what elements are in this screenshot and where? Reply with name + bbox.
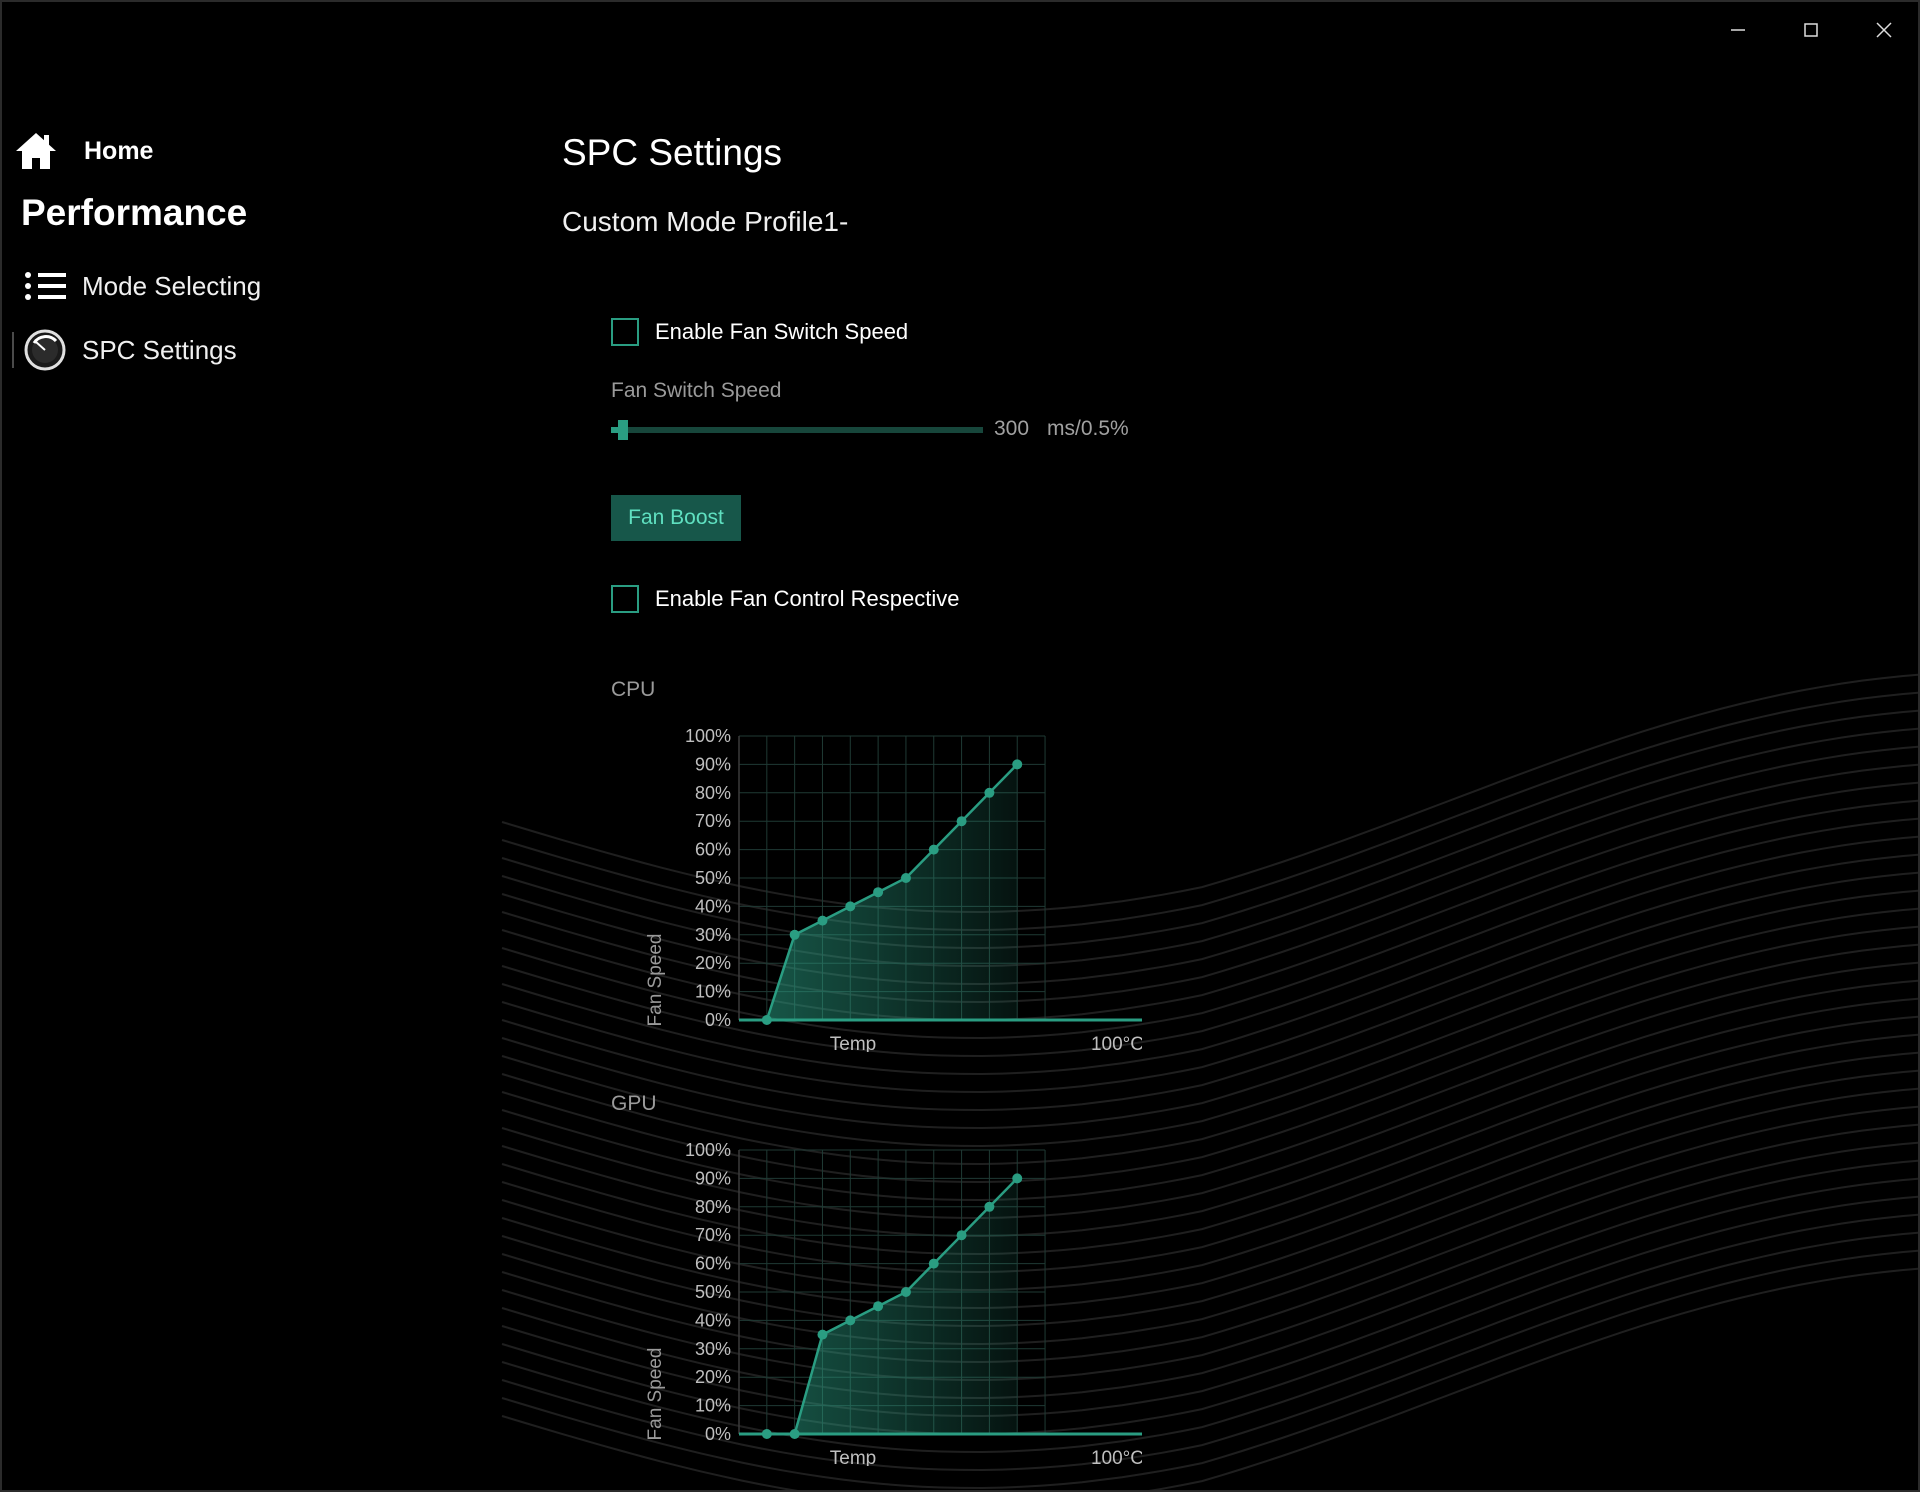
gauge-icon xyxy=(24,329,66,371)
enable-fan-control-respective-row[interactable]: Enable Fan Control Respective xyxy=(611,582,960,616)
x-axis-label: Temp xyxy=(830,1034,876,1052)
x-axis-end-label: 100°C xyxy=(1091,1448,1142,1466)
gpu-fan-curve-svg[interactable]: 0% 10% 20% 30% 40% 50% 60% 70% 80% 90% 100% Temp 100… xyxy=(622,1136,1169,1469)
close-icon xyxy=(1876,22,1892,38)
enable-fan-control-respective-checkbox[interactable] xyxy=(611,585,639,613)
enable-fan-switch-speed-checkbox[interactable] xyxy=(611,318,639,346)
fan-curve-point[interactable] xyxy=(984,1201,995,1212)
sidebar-item-label: Mode Selecting xyxy=(82,270,262,301)
y-tick-label: 60% xyxy=(695,840,731,860)
fan-curve-point[interactable] xyxy=(817,1329,828,1340)
cpu-chart-label: CPU xyxy=(611,678,656,701)
y-tick-label: 0% xyxy=(705,1424,731,1444)
gpu-chart-label: GPU xyxy=(611,1092,657,1115)
y-tick-label: 20% xyxy=(695,953,731,973)
page-title: SPC Settings xyxy=(562,132,783,173)
y-tick-label: 40% xyxy=(695,1310,731,1330)
list-icon xyxy=(25,272,66,300)
fan-curve-point[interactable] xyxy=(928,844,939,855)
cpu-fan-curve-chart[interactable]: 0% 10% 20% 30% 40% 50% 60% 70% 80% 90% 100% Temp 100… xyxy=(622,722,1169,1055)
enable-fan-control-respective-label: Enable Fan Control Respective xyxy=(655,586,960,611)
fan-switch-speed-value: 300 xyxy=(994,417,1030,440)
y-tick-label: 50% xyxy=(695,1282,731,1302)
fan-curve-point[interactable] xyxy=(1012,759,1023,770)
y-tick-label: 100% xyxy=(685,1140,731,1160)
y-tick-label: 0% xyxy=(705,1010,731,1030)
nav-home[interactable]: Home xyxy=(14,128,153,174)
y-tick-label: 60% xyxy=(695,1254,731,1274)
sidebar-item-label: SPC Settings xyxy=(82,334,237,365)
sidebar-item-spc-settings[interactable]: SPC Settings xyxy=(24,326,237,374)
fan-curve-point[interactable] xyxy=(873,1301,884,1312)
fan-curve-point[interactable] xyxy=(900,873,911,883)
slider-track xyxy=(611,427,983,433)
main-content: SPC Settings Custom Mode Profile1- Enabl… xyxy=(562,2,1862,1490)
fan-curve-point[interactable] xyxy=(956,1230,967,1241)
y-tick-label: 10% xyxy=(695,982,731,1002)
fan-curve-point[interactable] xyxy=(928,1258,939,1269)
fan-boost-button[interactable]: Fan Boost xyxy=(611,495,741,541)
gpu-fan-curve-chart[interactable]: 0% 10% 20% 30% 40% 50% 60% 70% 80% 90% 100% Temp 100… xyxy=(622,1136,1169,1469)
fan-switch-speed-label: Fan Switch Speed xyxy=(611,379,782,402)
home-icon xyxy=(16,133,56,169)
fan-switch-speed-unit: ms/0.5% xyxy=(1047,417,1129,440)
cpu-fan-curve-svg[interactable]: 0% 10% 20% 30% 40% 50% 60% 70% 80% 90% 100% Temp 100… xyxy=(622,722,1169,1055)
fan-curve-point[interactable] xyxy=(873,887,884,898)
y-tick-label: 70% xyxy=(695,1225,731,1245)
nav-home-label: Home xyxy=(84,136,154,165)
sidebar: Home Performance Mode Selecting SPC Sett… xyxy=(2,2,522,1490)
fan-curve-point[interactable] xyxy=(789,929,800,940)
y-axis-label: Fan Speed xyxy=(645,1348,666,1441)
y-tick-label: 30% xyxy=(695,925,731,945)
enable-fan-switch-speed-label: Enable Fan Switch Speed xyxy=(655,319,909,344)
enable-fan-switch-speed-row[interactable]: Enable Fan Switch Speed xyxy=(611,315,908,349)
fan-curve-point[interactable] xyxy=(845,1315,856,1326)
close-button[interactable] xyxy=(1854,10,1914,50)
y-tick-label: 90% xyxy=(695,754,731,774)
fan-curve-point[interactable] xyxy=(984,787,995,798)
y-tick-label: 100% xyxy=(685,726,731,746)
fan-curve-point[interactable] xyxy=(845,901,856,912)
x-axis-end-label: 100°C xyxy=(1091,1034,1142,1052)
app-window: Home Performance Mode Selecting SPC Sett… xyxy=(0,0,1920,1492)
fan-curve-point[interactable] xyxy=(817,915,828,926)
y-tick-label: 90% xyxy=(695,1168,731,1188)
y-tick-label: 80% xyxy=(695,783,731,803)
slider-thumb[interactable] xyxy=(618,420,628,440)
selection-indicator xyxy=(12,332,14,368)
y-tick-label: 20% xyxy=(695,1367,731,1387)
fan-curve-point[interactable] xyxy=(900,1287,911,1297)
y-tick-label: 30% xyxy=(695,1339,731,1359)
y-tick-label: 10% xyxy=(695,1396,731,1416)
y-axis-label: Fan Speed xyxy=(645,934,666,1027)
y-tick-label: 40% xyxy=(695,896,731,916)
y-tick-label: 50% xyxy=(695,868,731,888)
y-tick-label: 70% xyxy=(695,811,731,831)
fan-curve-point[interactable] xyxy=(1012,1173,1023,1184)
sidebar-item-mode-selecting[interactable]: Mode Selecting xyxy=(24,262,261,310)
fan-curve-point[interactable] xyxy=(956,816,967,827)
profile-title: Custom Mode Profile1- xyxy=(562,206,849,237)
fan-switch-speed-slider[interactable] xyxy=(611,420,983,440)
x-axis-label: Temp xyxy=(830,1448,876,1466)
y-tick-label: 80% xyxy=(695,1197,731,1217)
section-title: Performance xyxy=(21,192,248,233)
